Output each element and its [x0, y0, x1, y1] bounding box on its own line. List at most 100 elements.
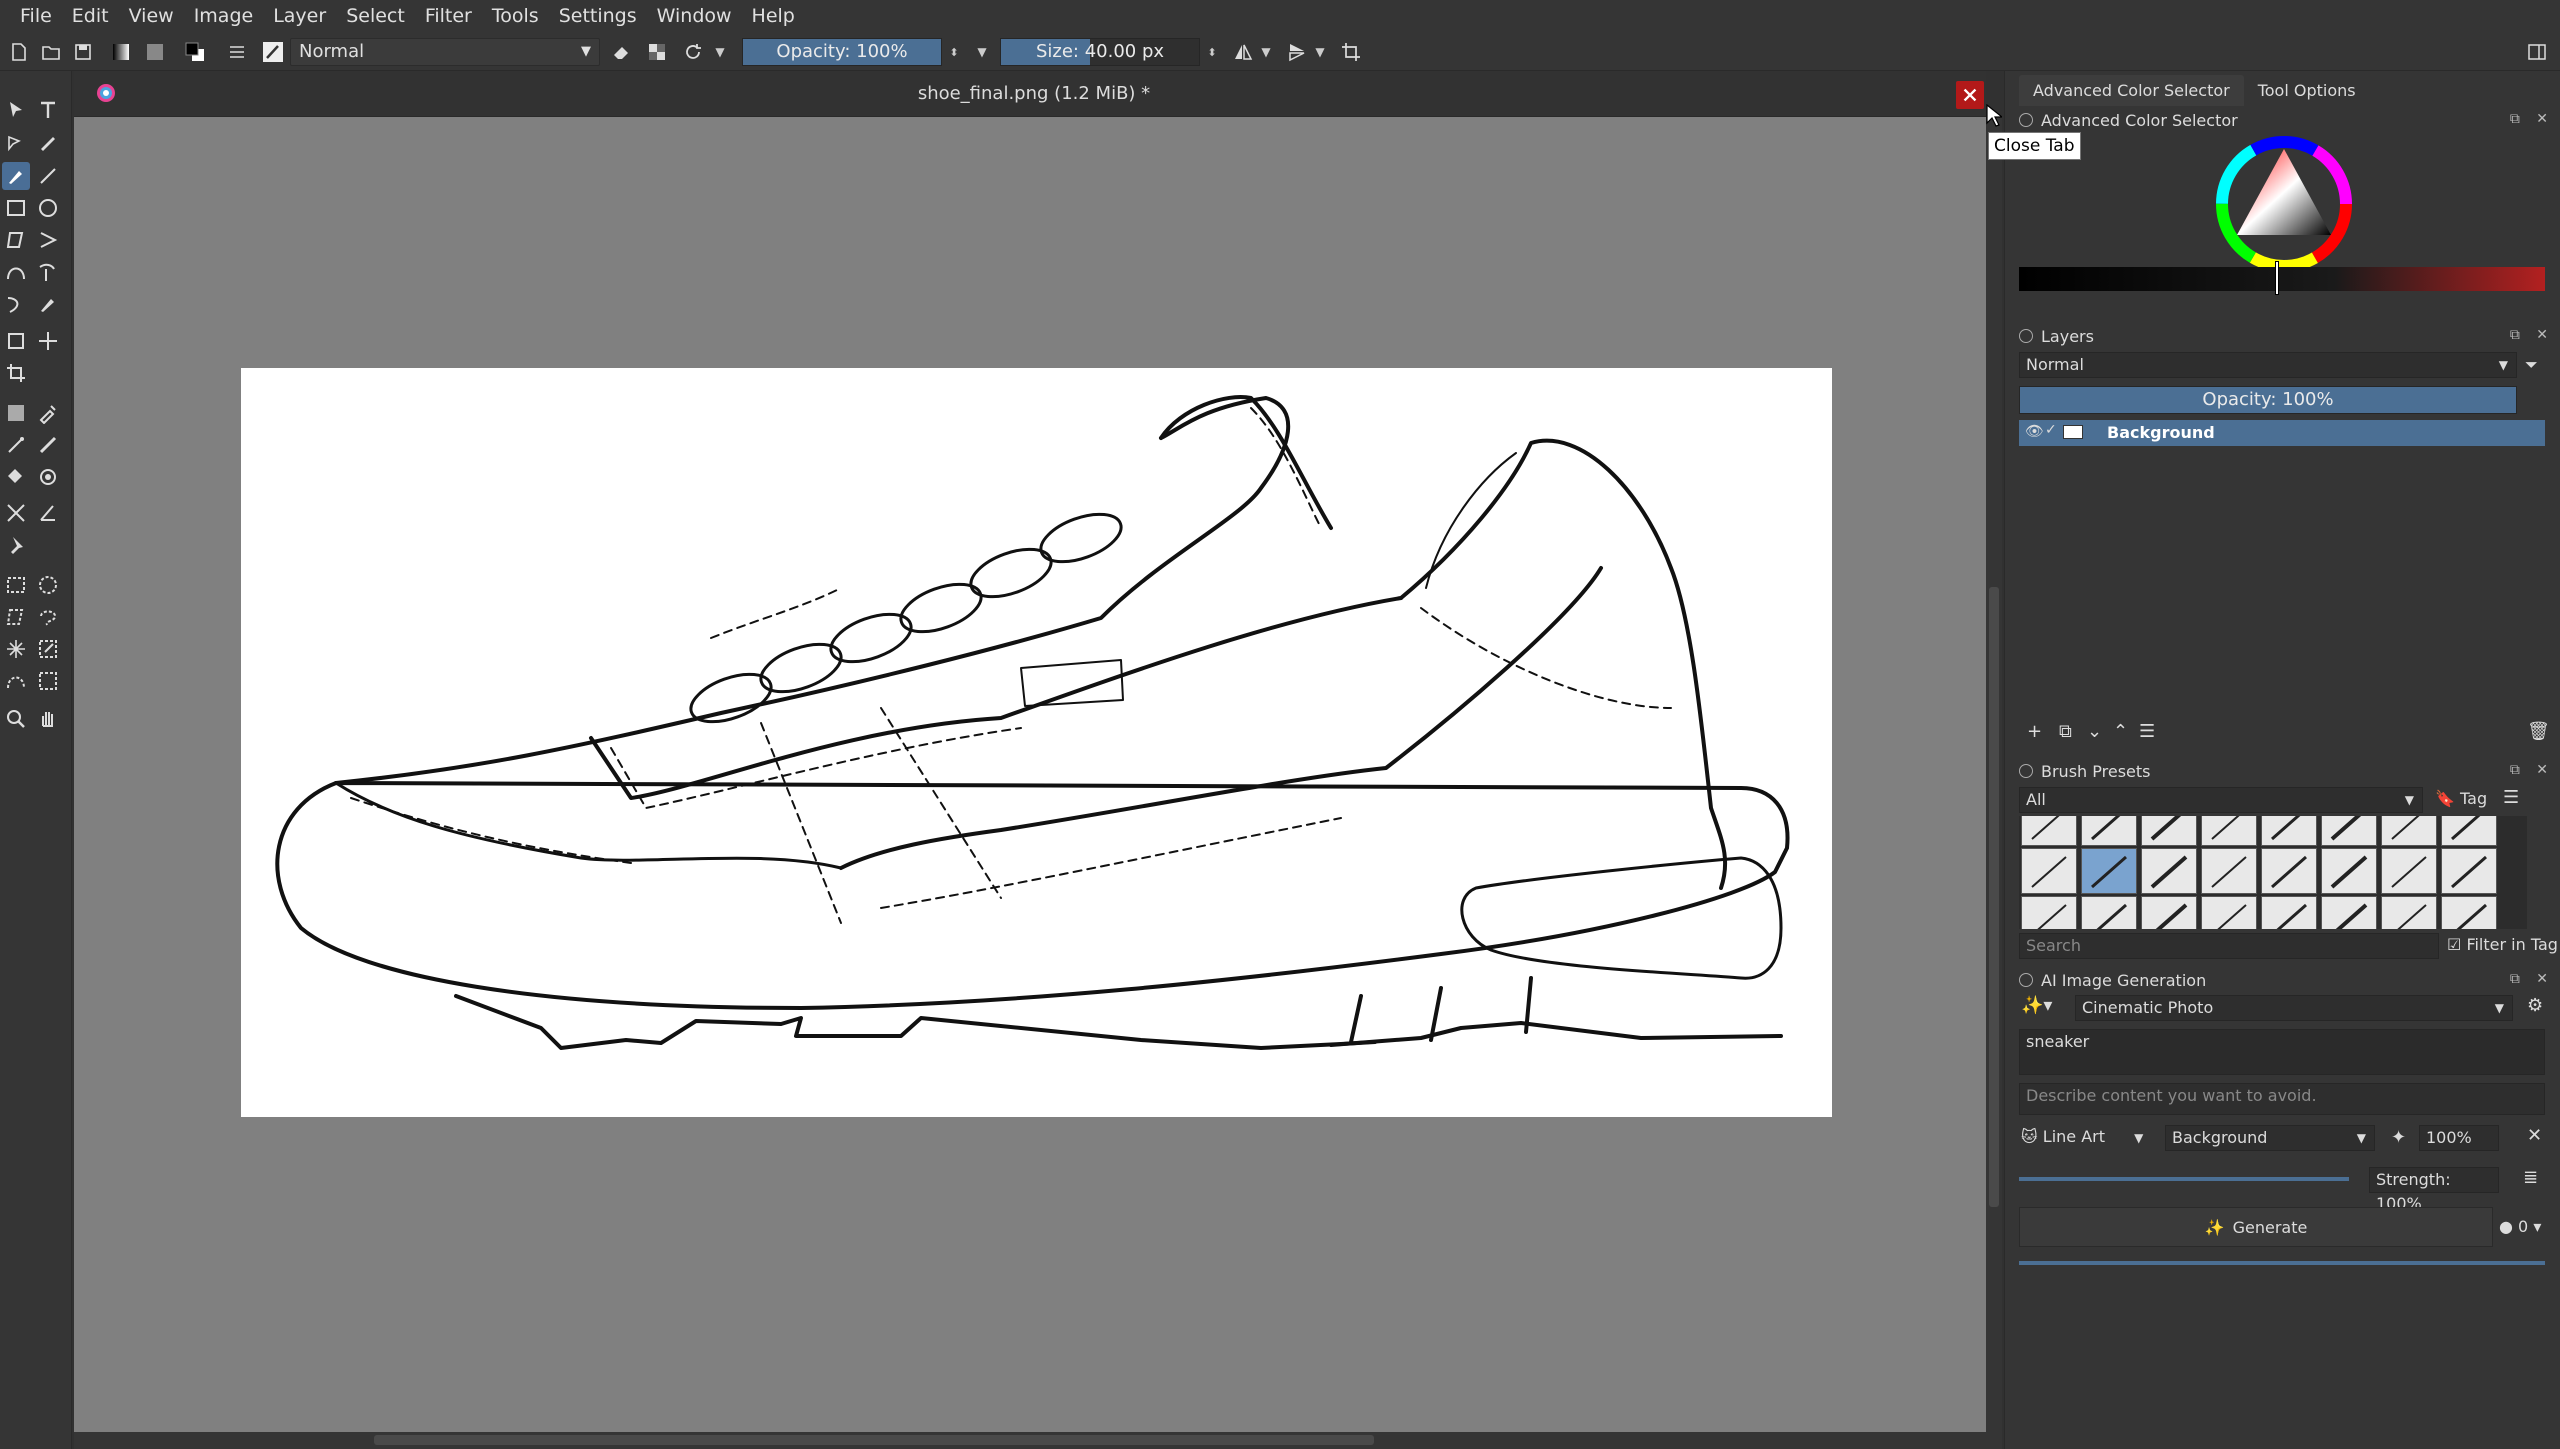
move-layer-up-icon[interactable]: ⌃	[2113, 721, 2128, 742]
zoom-tool-icon[interactable]	[2, 705, 30, 733]
close-tab-button[interactable]	[1956, 81, 1984, 109]
brush-preset-tile[interactable]	[2141, 896, 2197, 929]
add-control-icon[interactable]: ✦	[2391, 1127, 2406, 1148]
brush-preset-tile[interactable]	[2261, 848, 2317, 894]
mirror-vertical-icon[interactable]	[1284, 38, 1310, 66]
pan-tool-icon[interactable]	[34, 705, 62, 733]
ellipse-tool-icon[interactable]	[34, 194, 62, 222]
brush-preset-icon[interactable]	[258, 38, 288, 66]
v-scroll-thumb[interactable]	[1989, 587, 1999, 1207]
freehand-select-tool-icon[interactable]	[34, 603, 62, 631]
brush-search-input[interactable]: Search	[2019, 933, 2439, 959]
generation-mode-icon[interactable]: ✨▾	[2021, 995, 2052, 1016]
lock-icon[interactable]	[2019, 329, 2033, 343]
brush-preset-tile[interactable]	[2021, 896, 2077, 929]
strength-spin[interactable]: Strength: 100%	[2369, 1167, 2499, 1213]
menu-file[interactable]: File	[10, 0, 62, 33]
panel-controls[interactable]: ⧉ ✕	[2510, 971, 2554, 987]
reload-dropdown-icon[interactable]: ▼	[712, 38, 728, 66]
color-picker-tool-icon[interactable]	[34, 399, 62, 427]
control-strength-spin[interactable]: 100%	[2419, 1125, 2499, 1151]
layer-blend-mode-select[interactable]: Normal ▼	[2019, 352, 2517, 378]
panel-controls[interactable]: ⧉ ✕	[2510, 111, 2554, 127]
brush-preset-tile[interactable]	[2261, 896, 2317, 929]
menu-filter[interactable]: Filter	[415, 0, 482, 33]
ellipse-select-tool-icon[interactable]	[34, 571, 62, 599]
brush-preset-tile[interactable]	[2141, 816, 2197, 846]
similar-select-tool-icon[interactable]	[34, 635, 62, 663]
freehand-path-tool-icon[interactable]	[34, 258, 62, 286]
menu-select[interactable]: Select	[336, 0, 415, 33]
brush-preset-tile[interactable]	[2441, 896, 2497, 929]
fill-tool-icon[interactable]	[34, 431, 62, 459]
reference-images-tool-icon[interactable]	[2, 531, 30, 559]
brush-preset-tile[interactable]	[2201, 848, 2257, 894]
generate-button[interactable]: ✨ Generate	[2019, 1207, 2493, 1247]
new-document-icon[interactable]	[6, 38, 32, 66]
brush-preset-tile[interactable]	[2441, 848, 2497, 894]
layer-opacity-slider[interactable]: Opacity: 100%	[2019, 386, 2517, 414]
brush-preset-tile[interactable]	[2021, 848, 2077, 894]
negative-prompt-input[interactable]: Describe content you want to avoid.	[2019, 1083, 2545, 1115]
freehand-brush-tool-icon[interactable]	[2, 162, 30, 190]
brush-preset-tile[interactable]	[2081, 896, 2137, 929]
canvas[interactable]	[74, 117, 1986, 1432]
polygon-tool-icon[interactable]	[2, 226, 30, 254]
transform-tool-icon[interactable]	[2, 327, 30, 355]
rect-select-tool-icon[interactable]	[2, 571, 30, 599]
remove-control-icon[interactable]: ✕	[2527, 1125, 2542, 1146]
color-slider-handle[interactable]	[2275, 261, 2279, 295]
lock-icon[interactable]	[2019, 113, 2033, 127]
open-document-icon[interactable]	[38, 38, 64, 66]
control-type-select[interactable]: 🐱 Line Art ▼	[2021, 1127, 2143, 1146]
eye-icon[interactable]: 👁	[2025, 422, 2044, 440]
horizontal-scrollbar[interactable]	[74, 1432, 1986, 1449]
magnetic-select-tool-icon[interactable]	[34, 667, 62, 695]
color-slider-bar[interactable]	[2019, 267, 2545, 291]
bezier-select-tool-icon[interactable]	[2, 667, 30, 695]
polygon-select-tool-icon[interactable]	[2, 603, 30, 631]
style-select[interactable]: Cinematic Photo ▼	[2075, 995, 2513, 1021]
mirror-h-dropdown-icon[interactable]: ▼	[1258, 38, 1274, 66]
dynamic-brush-tool-icon[interactable]	[2, 290, 30, 318]
h-scroll-thumb[interactable]	[374, 1435, 1374, 1445]
checkbox-icon[interactable]: ✓	[2045, 422, 2057, 438]
lock-icon[interactable]	[2019, 764, 2033, 778]
layers-stack-icon[interactable]: ≣	[2523, 1167, 2538, 1188]
brush-preset-tile[interactable]	[2201, 816, 2257, 846]
preserve-alpha-icon[interactable]	[644, 38, 670, 66]
lock-icon[interactable]	[2019, 973, 2033, 987]
image-canvas[interactable]	[241, 368, 1832, 1117]
filter-in-tag-checkbox[interactable]: ☑ Filter in Tag	[2447, 935, 2558, 954]
calligraphy-tool-icon[interactable]	[34, 128, 62, 156]
pattern-icon[interactable]	[142, 38, 168, 66]
brush-preset-tile[interactable]	[2441, 816, 2497, 846]
brush-preset-tile[interactable]	[2261, 816, 2317, 846]
panel-controls[interactable]: ⧉ ✕	[2510, 762, 2554, 778]
delete-layer-icon[interactable]: 🗑	[2527, 721, 2550, 742]
tab-tool-options[interactable]: Tool Options	[2244, 75, 2370, 106]
edit-shapes-tool-icon[interactable]	[2, 128, 30, 156]
save-icon[interactable]	[70, 38, 96, 66]
brush-preset-tile[interactable]	[2021, 816, 2077, 846]
brush-preset-tile[interactable]	[2081, 848, 2137, 894]
settings-gear-icon[interactable]: ⚙	[2527, 995, 2543, 1016]
brush-preset-tile[interactable]	[2201, 896, 2257, 929]
move-tool-icon[interactable]	[34, 327, 62, 355]
seed-count[interactable]: ● 0 ▾	[2499, 1217, 2541, 1236]
size-slider[interactable]: Size: 40.00 px	[1000, 38, 1200, 66]
text-tool-icon[interactable]	[34, 96, 62, 124]
panel-controls[interactable]: ⧉ ✕	[2510, 327, 2554, 343]
view-mode-icon[interactable]: ☰	[2503, 787, 2519, 808]
wrap-around-icon[interactable]	[1338, 38, 1364, 66]
crop-tool-icon[interactable]	[2, 359, 30, 387]
move-layer-down-icon[interactable]: ⌄	[2087, 721, 2102, 742]
bucket-fill-tool-icon[interactable]	[2, 463, 30, 491]
add-layer-icon[interactable]: +	[2027, 721, 2042, 742]
assistant-tool-icon[interactable]	[2, 499, 30, 527]
measure-tool-icon[interactable]	[34, 499, 62, 527]
brush-filter-select[interactable]: All ▼	[2019, 787, 2423, 813]
prompt-textarea[interactable]: sneaker	[2019, 1029, 2545, 1075]
eraser-icon[interactable]	[608, 38, 634, 66]
opacity-slider[interactable]: Opacity: 100%	[742, 38, 942, 66]
